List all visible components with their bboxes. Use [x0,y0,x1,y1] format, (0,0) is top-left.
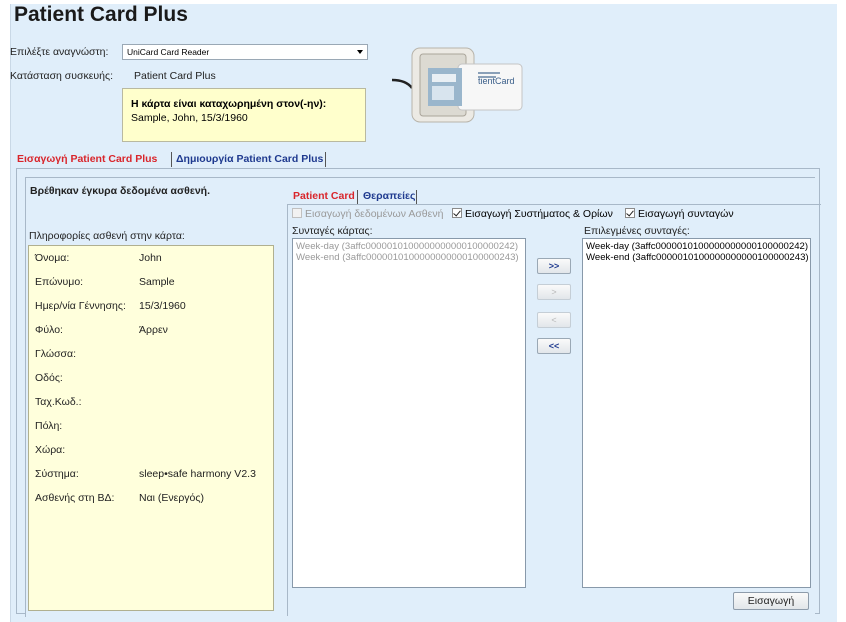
card-reader-illustration: tientCard [392,47,523,123]
list-item[interactable]: Week-day (3affc0000010100000000000100000… [583,241,810,252]
card-owner-title: Η κάρτα είναι καταχωρημένη στον(-ην): [131,98,327,110]
field-label-street: Οδός: [35,372,63,384]
field-label-language: Γλώσσα: [35,348,77,360]
import-patient-data-checkbox[interactable]: Εισαγωγή δεδομένων Ασθενή [292,208,443,221]
remove-all-button[interactable]: << [537,338,571,354]
import-button[interactable]: Εισαγωγή [733,592,809,610]
list-item[interactable]: Week-day (3affc0000010100000000000100000… [293,241,525,252]
field-label-gender: Φύλο: [35,324,63,336]
list-item[interactable]: Week-end (3affc0000010100000000000100000… [583,252,810,263]
import-system-limits-checkbox[interactable]: Εισαγωγή Συστήματος & Ορίων [452,208,613,221]
page-title: Patient Card Plus [14,3,188,26]
checkbox-box[interactable] [625,208,635,218]
tab-divider [416,190,417,205]
field-label-first-name: Όνομα: [35,252,70,264]
field-value-birth-date: 15/3/1960 [139,300,186,312]
remove-one-button[interactable]: < [537,312,571,328]
field-label-birth-date: Ημερ/νία Γέννησης: [35,300,126,312]
checkbox-box[interactable] [452,208,462,218]
tab-create-patient-card[interactable]: Δημιουργία Patient Card Plus [173,150,326,168]
field-label-system: Σύστημα: [35,468,79,480]
reader-select-label: Επιλέξτε αναγνώστη: [10,46,109,58]
field-label-last-name: Επώνυμο: [35,276,84,288]
field-value-first-name: John [139,252,162,264]
field-label-country: Χώρα: [35,444,66,456]
tab-divider [325,152,326,167]
selected-prescriptions-label: Επιλεγμένες συνταγές: [584,225,690,237]
device-status-label: Κατάσταση συσκευής: [10,70,113,82]
field-value-gender: Άρρεν [139,324,168,336]
card-prescriptions-list[interactable]: Week-day (3affc0000010100000000000100000… [292,238,526,588]
tab-import-patient-card[interactable]: Εισαγωγή Patient Card Plus [14,150,160,168]
patient-info-box: Όνομα: John Επώνυμο: Sample Ημερ/νία Γέν… [28,245,274,611]
checkbox-box[interactable] [292,208,302,218]
import-system-limits-label: Εισαγωγή Συστήματος & Ορίων [465,208,613,220]
field-value-last-name: Sample [139,276,175,288]
field-label-city: Πόλη: [35,420,63,432]
tab-therapies[interactable]: Θεραπείες [360,190,419,204]
valid-data-message: Βρέθηκαν έγκυρα δεδομένα ασθενή. [30,185,211,197]
tab-divider [357,190,358,205]
tab-divider [171,152,172,167]
reader-select-value: UniCard Card Reader [127,47,210,57]
patient-info-label: Πληροφορίες ασθενή στην κάρτα: [29,230,185,242]
field-label-patient-in-db: Ασθενής στη ΒΔ: [35,492,115,504]
import-patient-data-label: Εισαγωγή δεδομένων Ασθενή [305,208,444,220]
add-all-button[interactable]: >> [537,258,571,274]
card-prescriptions-label: Συνταγές κάρτας: [292,225,373,237]
field-value-patient-in-db: Ναι (Ενεργός) [139,492,204,504]
add-one-button[interactable]: > [537,284,571,300]
field-value-system: sleep•safe harmony V2.3 [139,468,256,480]
field-label-postal-code: Ταχ.Κωδ.: [35,396,82,408]
card-owner-value: Sample, John, 15/3/1960 [131,112,248,124]
tab-patient-card[interactable]: Patient Card [290,190,358,204]
card-owner-note: Η κάρτα είναι καταχωρημένη στον(-ην): Sa… [122,88,366,142]
import-prescriptions-checkbox[interactable]: Εισαγωγή συνταγών [625,208,734,221]
list-item[interactable]: Week-end (3affc0000010100000000000100000… [293,252,525,263]
device-status-value: Patient Card Plus [134,70,216,82]
reader-select[interactable]: UniCard Card Reader [122,44,368,60]
selected-prescriptions-list[interactable]: Week-day (3affc0000010100000000000100000… [582,238,811,588]
import-prescriptions-label: Εισαγωγή συνταγών [638,208,734,220]
chevron-down-icon[interactable] [357,50,363,54]
